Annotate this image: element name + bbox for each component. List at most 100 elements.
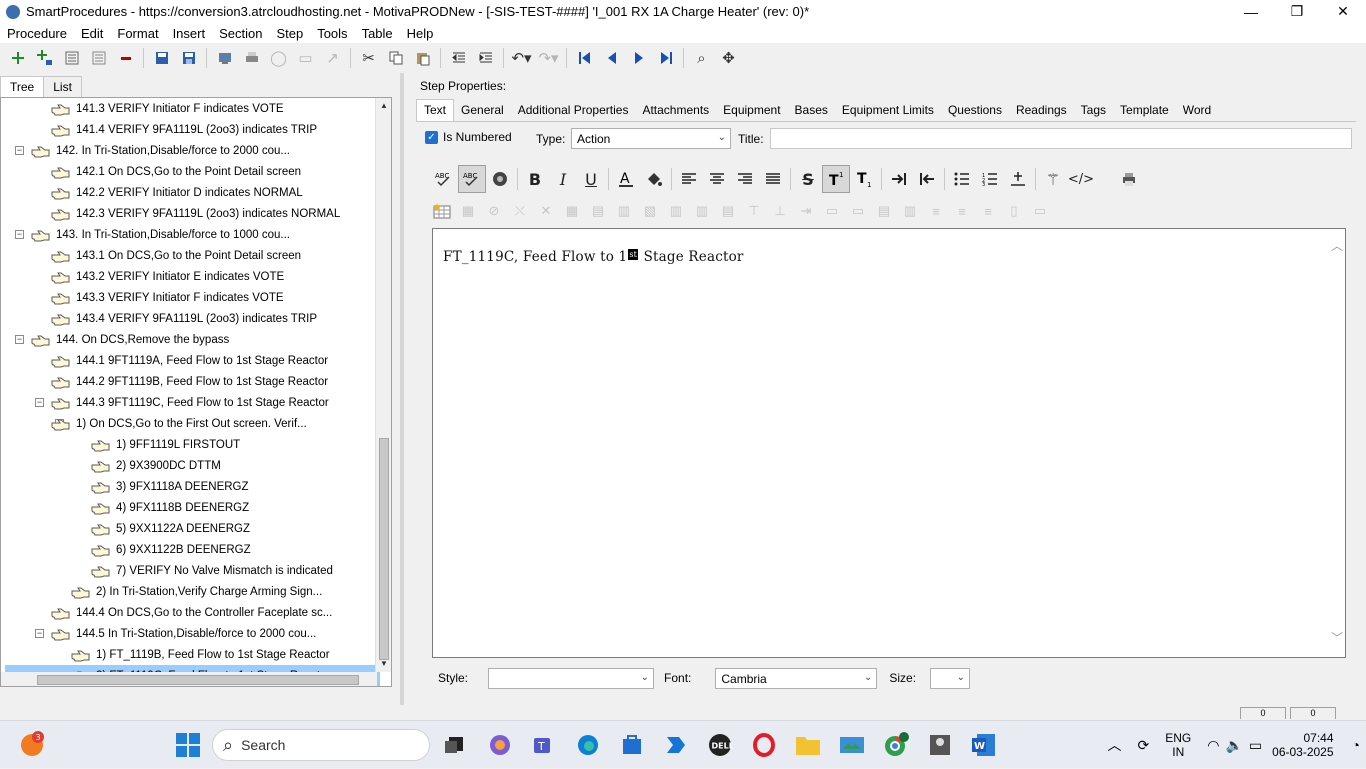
tree-item[interactable]: 2) In Tri-Station,Verify Charge Arming S… <box>1 581 376 602</box>
type-select[interactable]: Action ⌄ <box>571 128 731 149</box>
tab-additional-properties[interactable]: Additional Properties <box>511 100 636 121</box>
volume-icon[interactable]: 🔈 <box>1225 737 1242 754</box>
copilot-icon[interactable] <box>484 729 516 761</box>
tree-item[interactable]: 142.2 VERIFY Initiator D indicates NORMA… <box>1 182 376 203</box>
chevron-up-icon[interactable]: ︿ <box>1108 735 1122 755</box>
tab-tags[interactable]: Tags <box>1074 100 1113 121</box>
superscript-icon[interactable]: T1 <box>822 165 850 193</box>
bullet-list-icon[interactable] <box>948 165 976 193</box>
edge-icon[interactable] <box>572 729 604 761</box>
table-col-delete-icon[interactable]: ▤ <box>716 200 740 222</box>
store-icon[interactable] <box>616 729 648 761</box>
tab-word[interactable]: Word <box>1176 100 1218 121</box>
next-icon[interactable] <box>625 45 652 71</box>
table-format-icon[interactable]: ▧ <box>638 200 662 222</box>
chevron-down-icon[interactable]: ﹀ <box>1331 629 1343 646</box>
decrease-indent-icon[interactable] <box>913 165 941 193</box>
tree-vertical-scrollbar[interactable]: ▲ ▼ <box>375 98 391 672</box>
tree-item[interactable]: 5) 9XX1122A DEENERGZ <box>1 518 376 539</box>
numbered-list-icon[interactable]: 123 <box>976 165 1004 193</box>
move-icon[interactable]: ✥ <box>715 45 742 71</box>
language-indicator[interactable]: ENG IN <box>1165 731 1191 759</box>
magic-wand-icon[interactable]: ⚚ <box>1039 165 1067 193</box>
table-align-right-icon[interactable]: ≡ <box>976 200 1000 222</box>
wifi-icon[interactable]: ◠ <box>1207 737 1219 754</box>
italic-icon[interactable]: I <box>549 165 577 193</box>
color-wheel-icon[interactable] <box>486 165 514 193</box>
table-delete-icon[interactable]: ▦ <box>456 200 480 222</box>
undo-icon[interactable]: ↶▾ <box>508 45 535 71</box>
tree-item[interactable]: 144.4 On DCS,Go to the Controller Facepl… <box>1 602 376 623</box>
tab-tree[interactable]: Tree <box>0 76 44 97</box>
tree-item[interactable]: 6) 9XX1122B DEENERGZ <box>1 539 376 560</box>
word-icon[interactable]: W <box>968 729 1000 761</box>
tree-item[interactable]: 2) 9X3900DC DTTM <box>1 455 376 476</box>
table-props-icon[interactable]: ⊘ <box>482 200 506 222</box>
tree-item[interactable]: 4) 9FX1118B DEENERGZ <box>1 497 376 518</box>
menu-format[interactable]: Format <box>110 26 165 41</box>
tab-questions[interactable]: Questions <box>941 100 1009 121</box>
tree-item[interactable]: 143.3 VERIFY Initiator F indicates VOTE <box>1 287 376 308</box>
teams-icon[interactable]: T <box>528 729 560 761</box>
justify-icon[interactable] <box>759 165 787 193</box>
tab-attachments[interactable]: Attachments <box>635 100 716 121</box>
size-select[interactable]: ⌄ <box>930 668 970 689</box>
menu-insert[interactable]: Insert <box>166 26 213 41</box>
tree-item[interactable]: 142.1 On DCS,Go to the Point Detail scre… <box>1 161 376 182</box>
file-explorer-icon[interactable] <box>792 729 824 761</box>
subscript-icon[interactable]: T1 <box>850 165 878 193</box>
tree-item[interactable]: 143.1 On DCS,Go to the Point Detail scre… <box>1 245 376 266</box>
menu-table[interactable]: Table <box>355 26 400 41</box>
list-alt-icon[interactable] <box>85 45 112 71</box>
tree-item[interactable]: 7) VERIFY No Valve Mismatch is indicated <box>1 560 376 581</box>
table-row-icon[interactable]: ▭ <box>1028 200 1052 222</box>
font-color-icon[interactable]: A <box>612 165 640 193</box>
find-icon[interactable]: ⌕ <box>688 45 715 71</box>
tab-readings[interactable]: Readings <box>1009 100 1074 121</box>
collapse-icon[interactable]: − <box>15 230 24 239</box>
menu-section[interactable]: Section <box>212 26 269 41</box>
align-center-icon[interactable] <box>703 165 731 193</box>
tree-item[interactable]: 141.4 VERIFY 9FA1119L (2oo3) indicates T… <box>1 119 376 140</box>
export-icon[interactable] <box>211 45 238 71</box>
table-insert-col-icon[interactable]: ▥ <box>898 200 922 222</box>
tree-item[interactable]: −144.5 In Tri-Station,Disable/force to 2… <box>1 623 376 644</box>
tree-item[interactable]: −144.3 9FT1119C, Feed Flow to 1st Stage … <box>1 392 376 413</box>
table-row-above-icon[interactable]: ⊤ <box>742 200 766 222</box>
increase-indent-icon[interactable] <box>885 165 913 193</box>
table-insert-row-icon[interactable]: ▤ <box>872 200 896 222</box>
cut-icon[interactable]: ✂ <box>355 45 382 71</box>
editor-content[interactable]: FT_1119C, Feed Flow to 1st Stage Reactor <box>443 249 744 265</box>
align-right-icon[interactable] <box>731 165 759 193</box>
editor-scrollbar[interactable]: ︿ ﹀ <box>1329 229 1345 657</box>
add-icon[interactable] <box>4 45 31 71</box>
window-icon[interactable]: ▭ <box>292 45 319 71</box>
tab-equipment[interactable]: Equipment <box>716 100 787 121</box>
table-row-delete-icon[interactable]: ⇥ <box>794 200 818 222</box>
last-icon[interactable] <box>652 45 679 71</box>
network-sync-icon[interactable]: ⟳ <box>1138 737 1150 754</box>
maximize-button[interactable]: ❐ <box>1274 0 1320 23</box>
panel-splitter[interactable] <box>400 73 404 705</box>
spellcheck-icon[interactable]: ABC <box>430 165 458 193</box>
strikethrough-icon[interactable]: S <box>794 165 822 193</box>
table-align-left-icon[interactable]: ≡ <box>924 200 948 222</box>
tree-item[interactable]: 143.2 VERIFY Initiator E indicates VOTE <box>1 266 376 287</box>
link-icon[interactable]: ↗ <box>319 45 346 71</box>
tree-item[interactable]: 144.2 9FT1119B, Feed Flow to 1st Stage R… <box>1 371 376 392</box>
scroll-up-icon[interactable]: ▲ <box>376 98 392 114</box>
table-merge-icon[interactable]: ▤ <box>586 200 610 222</box>
html-source-icon[interactable]: </> <box>1067 165 1095 193</box>
scroll-thumb[interactable] <box>379 438 389 660</box>
taskbar-search[interactable]: ⌕ Search <box>212 729 430 761</box>
tab-bases[interactable]: Bases <box>788 100 835 121</box>
table-clear-icon[interactable]: ✕ <box>534 200 558 222</box>
tab-general[interactable]: General <box>454 100 511 121</box>
dell-icon[interactable]: DELL <box>704 729 736 761</box>
table-split-cells-icon[interactable]: ▭ <box>846 200 870 222</box>
tree-item[interactable]: −1) On DCS,Go to the First Out screen. V… <box>1 413 376 434</box>
scroll-thumb[interactable] <box>37 675 359 685</box>
tab-list[interactable]: List <box>43 76 82 97</box>
app-window-icon[interactable] <box>836 729 868 761</box>
list-icon[interactable] <box>58 45 85 71</box>
